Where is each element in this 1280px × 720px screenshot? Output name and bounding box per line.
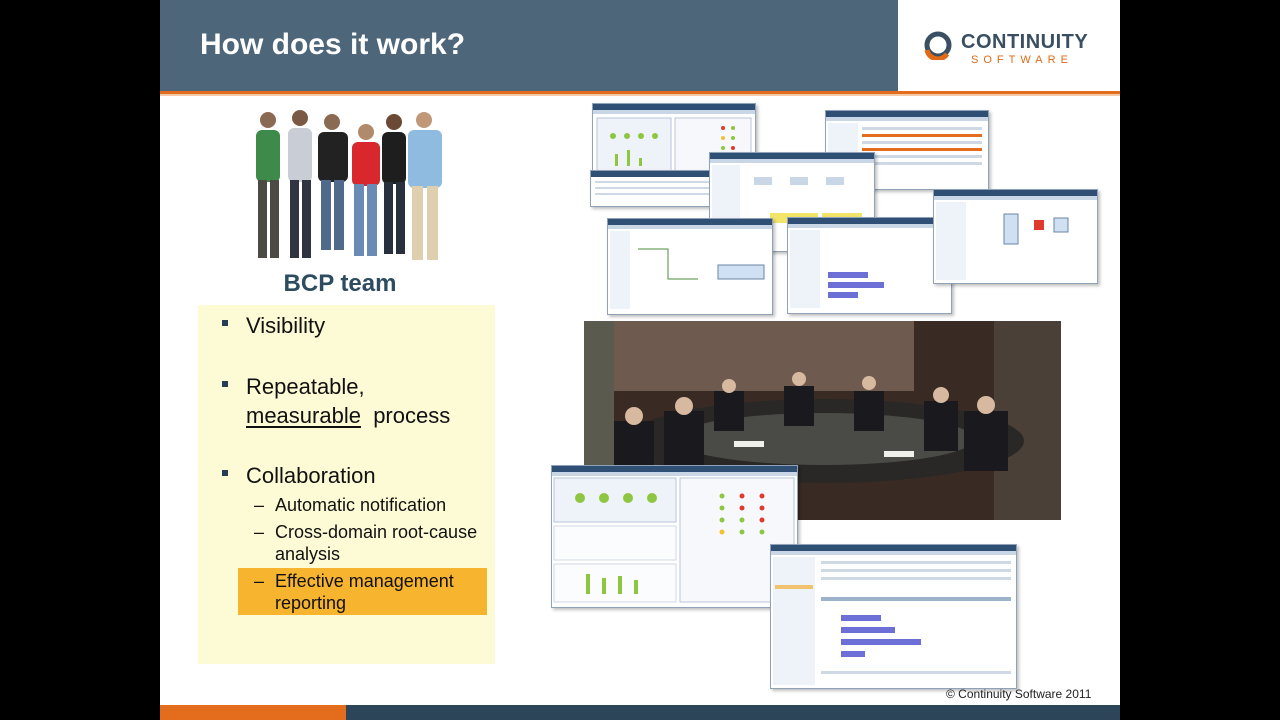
slide: How does it work? CONTINUITY SOFTWARE BC… bbox=[160, 0, 1120, 720]
copyright: © Continuity Software 2011 bbox=[946, 687, 1092, 701]
logo-ring-icon bbox=[924, 31, 952, 60]
screenshot-thumb-5 bbox=[607, 218, 773, 315]
title-bar: How does it work? bbox=[160, 0, 898, 91]
logo-text-top: CONTINUITY bbox=[961, 31, 1089, 53]
screenshot-thumb-7 bbox=[933, 189, 1098, 284]
header-rule-light bbox=[160, 94, 1120, 96]
screenshot-thumb-3 bbox=[590, 170, 722, 207]
process-word: process bbox=[373, 403, 451, 428]
team-photo bbox=[256, 110, 442, 260]
logo: CONTINUITY SOFTWARE bbox=[901, 0, 1120, 91]
slide-title: How does it work? bbox=[200, 28, 466, 61]
footer-bar-orange bbox=[160, 705, 346, 720]
measurable-word: measurable bbox=[246, 403, 361, 428]
logo-text-bottom: SOFTWARE bbox=[971, 54, 1073, 66]
footer-bar-blue bbox=[346, 705, 1120, 720]
bullet-square-icon bbox=[222, 470, 228, 476]
bullet-square-icon bbox=[222, 381, 228, 387]
team-label: BCP team bbox=[283, 270, 397, 297]
bullet-square-icon bbox=[222, 320, 228, 326]
screenshot-thumb-6 bbox=[787, 217, 952, 314]
screenshot-report bbox=[770, 544, 1017, 689]
screenshot-dashboard bbox=[551, 465, 798, 608]
